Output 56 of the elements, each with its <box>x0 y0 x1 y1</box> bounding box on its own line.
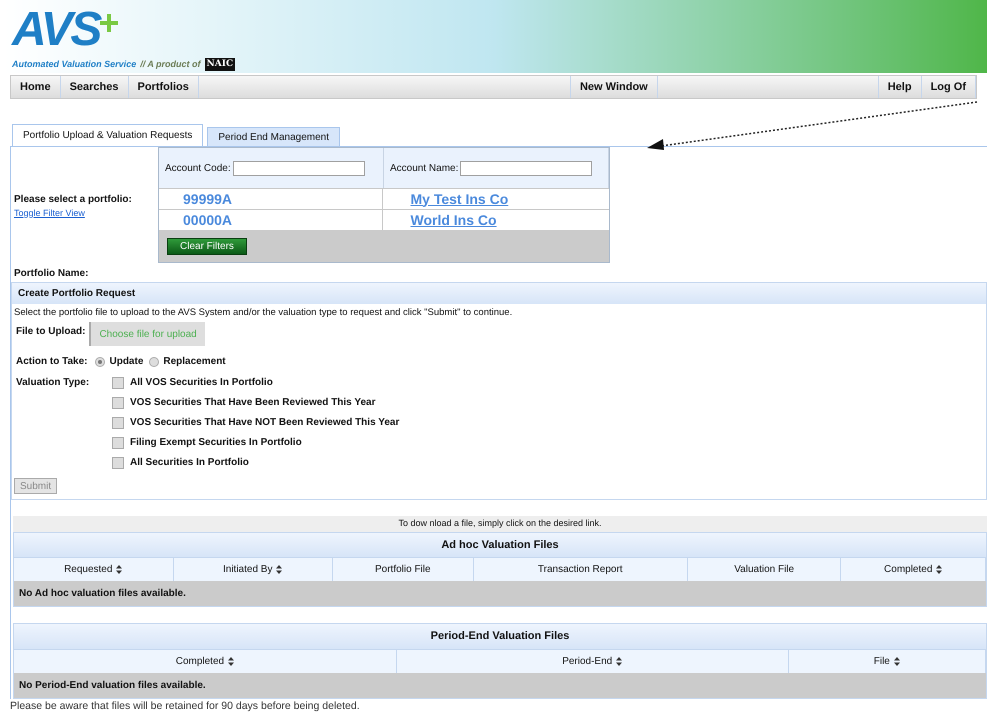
product-of-text: // A product of <box>140 58 201 71</box>
filter-label: Account Code: <box>165 162 231 176</box>
instructions-text: Select the portfolio file to upload to the AVS System and/or the valuation type to request and click "Submit" to continue. <box>13 306 514 320</box>
action-label: Action to Take: <box>16 355 88 370</box>
sort-icon <box>228 656 234 666</box>
retention-note: Please be aware that files will be retained for 90 days before being deleted. <box>9 698 361 714</box>
tab[interactable]: Portfolio Upload & Valuation Requests <box>12 124 204 146</box>
checkbox[interactable] <box>112 396 124 409</box>
checkbox[interactable] <box>112 376 124 389</box>
sort-icon <box>116 565 122 574</box>
account-code-link[interactable]: 00000A <box>183 210 232 230</box>
checkbox-label: Filing Exempt Securities In Portfolio <box>130 436 302 450</box>
file-upload-label: File to Upload: <box>16 325 86 340</box>
naic-logo: NAIC <box>204 58 236 71</box>
sort-icon <box>276 565 282 574</box>
nav-link[interactable]: Searches <box>60 76 128 98</box>
filter-input[interactable] <box>232 160 365 176</box>
radio-label: Replacement <box>163 355 226 370</box>
tab[interactable]: Period End Management <box>207 127 340 146</box>
nav-link[interactable]: New Window <box>570 76 658 98</box>
sort-icon <box>616 656 622 666</box>
empty-message: No Period-End valuation files available. <box>14 672 986 698</box>
portfolio-name-label: Portfolio Name: <box>13 267 90 280</box>
radio-button[interactable] <box>95 356 106 367</box>
download-hint: To dow nload a file, simply click on the desired link. <box>13 516 987 532</box>
portfolio-select-label: Please select a portfolio: <box>14 193 133 207</box>
filter-label: Account Name: <box>390 162 458 176</box>
account-name-link[interactable]: My Test Ins Co <box>410 188 508 210</box>
nav-link[interactable]: Portfolios <box>128 76 199 98</box>
nav-link[interactable]: Log Of <box>922 76 976 98</box>
filter-input[interactable] <box>460 160 592 176</box>
nav-link[interactable]: Help <box>878 76 922 98</box>
checkbox[interactable] <box>112 456 124 469</box>
section-header: Create Portfolio Request <box>12 283 986 304</box>
plus-icon <box>100 14 118 32</box>
checkbox[interactable] <box>112 416 124 429</box>
avs-logo: AVS <box>12 6 975 54</box>
valuation-type-label: Valuation Type: <box>16 376 90 390</box>
empty-message: No Ad hoc valuation files available. <box>14 581 986 606</box>
clear-filters-button[interactable]: Clear Filters <box>167 238 247 254</box>
checkbox-label: All Securities In Portfolio <box>130 456 249 470</box>
tagline: Automated Valuation Service <box>12 58 136 70</box>
account-name-link[interactable]: World Ins Co <box>410 210 497 230</box>
checkbox-label: VOS Securities That Have NOT Been Reviewed This Year <box>130 416 400 430</box>
checkbox[interactable] <box>112 436 124 449</box>
sort-icon <box>894 656 900 666</box>
toggle-filter-link[interactable]: Toggle Filter View <box>14 207 158 220</box>
nav-link[interactable]: Home <box>11 76 61 98</box>
table-title: Ad hoc Valuation Files <box>14 532 986 558</box>
table-title: Period-End Valuation Files <box>14 624 986 650</box>
account-code-link[interactable]: 99999A <box>183 188 232 210</box>
checkbox-label: All VOS Securities In Portfolio <box>130 376 273 390</box>
sort-icon <box>936 565 942 574</box>
checkbox-label: VOS Securities That Have Been Reviewed This Year <box>130 396 376 410</box>
radio-button[interactable] <box>149 356 160 367</box>
radio-label: Update <box>109 355 144 370</box>
